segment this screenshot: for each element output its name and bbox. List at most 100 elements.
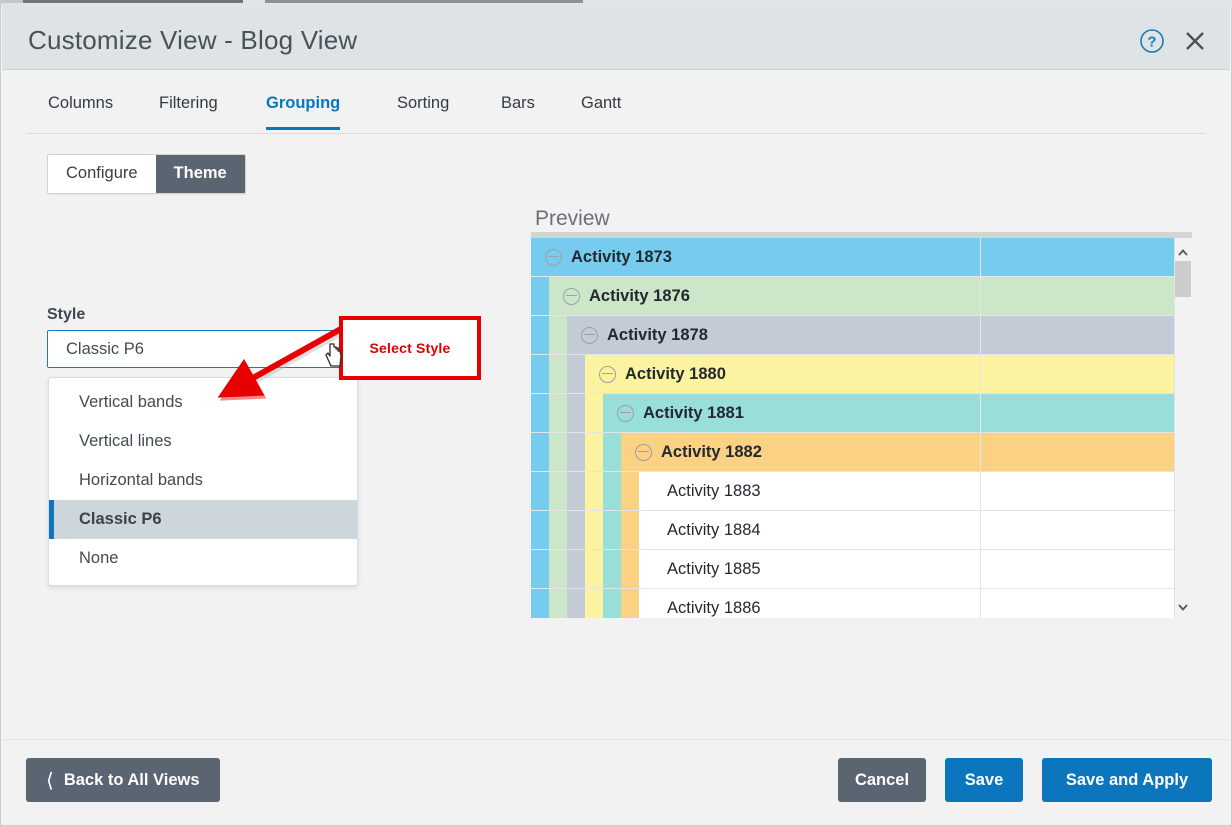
indent-band-0 xyxy=(531,316,549,354)
indent-band-0 xyxy=(531,394,549,432)
table-row[interactable]: Activity 1873 xyxy=(531,238,1174,277)
indent-band-1 xyxy=(549,472,567,510)
close-icon[interactable] xyxy=(1183,29,1207,53)
table-row[interactable]: Activity 1876 xyxy=(531,277,1174,316)
row-label-wrap: Activity 1882 xyxy=(635,443,762,462)
chevron-down-icon[interactable] xyxy=(1177,600,1189,612)
indent-band-2 xyxy=(567,433,585,471)
row-label-wrap: Activity 1886 xyxy=(667,599,761,618)
row-label-wrap: Activity 1881 xyxy=(617,404,744,423)
table-row[interactable]: Activity 1885 xyxy=(531,550,1174,589)
tab-gantt[interactable]: Gantt xyxy=(581,94,621,127)
indent-band-4 xyxy=(603,511,621,549)
indent-band-5 xyxy=(621,511,639,549)
browser-chrome-strip xyxy=(1,0,1232,7)
style-select[interactable]: Classic P6 xyxy=(47,330,357,368)
indent-band-0 xyxy=(531,550,549,588)
indent-band-1 xyxy=(549,316,567,354)
table-row[interactable]: Activity 1883 xyxy=(531,472,1174,511)
table-row[interactable]: Activity 1880 xyxy=(531,355,1174,394)
preview-label: Preview xyxy=(535,207,610,231)
row-label: Activity 1881 xyxy=(643,404,744,423)
column-divider xyxy=(980,394,981,432)
table-row[interactable]: Activity 1884 xyxy=(531,511,1174,550)
tab-grouping[interactable]: Grouping xyxy=(266,94,340,130)
annotation-callout: Select Style xyxy=(339,316,481,380)
preview-scrollbar[interactable] xyxy=(1174,238,1192,618)
column-divider xyxy=(980,589,981,618)
indent-band-1 xyxy=(549,550,567,588)
tab-filtering[interactable]: Filtering xyxy=(159,94,218,127)
style-dropdown-list: Vertical bands Vertical lines Horizontal… xyxy=(48,377,358,586)
back-to-all-views-button[interactable]: ⟨ Back to All Views xyxy=(26,758,220,802)
preview-rows: Activity 1873 Activity 1876 xyxy=(531,238,1174,618)
dropdown-option-classic-p6[interactable]: Classic P6 xyxy=(49,500,357,539)
indent-band-5 xyxy=(621,589,639,618)
minus-circle-icon[interactable] xyxy=(545,249,562,266)
chrome-tab-remnant-2 xyxy=(265,0,583,3)
column-divider xyxy=(980,355,981,393)
chevron-up-icon[interactable] xyxy=(1177,246,1189,258)
configure-theme-toggle: Configure Theme xyxy=(47,154,246,194)
indent-band-0 xyxy=(531,589,549,618)
row-label: Activity 1873 xyxy=(571,248,672,267)
indent-band-2 xyxy=(567,550,585,588)
tab-sorting[interactable]: Sorting xyxy=(397,94,449,127)
help-circle-icon[interactable]: ? xyxy=(1139,28,1165,54)
row-label-wrap: Activity 1880 xyxy=(599,365,726,384)
column-divider xyxy=(980,316,981,354)
tab-columns[interactable]: Columns xyxy=(48,94,113,127)
row-label-wrap: Activity 1878 xyxy=(581,326,708,345)
dialog-footer: ⟨ Back to All Views Cancel Save Save and… xyxy=(2,739,1230,824)
dropdown-option-vertical-lines[interactable]: Vertical lines xyxy=(49,422,357,461)
indent-band-2 xyxy=(567,394,585,432)
indent-band-3 xyxy=(585,433,603,471)
row-label: Activity 1884 xyxy=(667,521,761,540)
table-row[interactable]: Activity 1882 xyxy=(531,433,1174,472)
indent-band-3 xyxy=(585,550,603,588)
configure-button[interactable]: Configure xyxy=(48,155,156,193)
row-label: Activity 1886 xyxy=(667,599,761,618)
minus-circle-icon[interactable] xyxy=(599,366,616,383)
theme-button[interactable]: Theme xyxy=(156,155,245,193)
indent-band-3 xyxy=(585,589,603,618)
tab-bars[interactable]: Bars xyxy=(501,94,535,127)
back-to-all-views-label: Back to All Views xyxy=(64,771,200,790)
indent-band-1 xyxy=(549,394,567,432)
column-divider xyxy=(980,511,981,549)
save-button[interactable]: Save xyxy=(945,758,1023,802)
indent-band-1 xyxy=(549,355,567,393)
minus-circle-icon[interactable] xyxy=(617,405,634,422)
column-divider xyxy=(980,550,981,588)
svg-text:?: ? xyxy=(1147,34,1156,51)
column-divider xyxy=(980,277,981,315)
minus-circle-icon[interactable] xyxy=(581,327,598,344)
indent-band-0 xyxy=(531,355,549,393)
dropdown-option-none[interactable]: None xyxy=(49,539,357,578)
row-label-wrap: Activity 1883 xyxy=(667,482,761,501)
cancel-button[interactable]: Cancel xyxy=(838,758,926,802)
annotation-callout-text: Select Style xyxy=(343,340,477,356)
minus-circle-icon[interactable] xyxy=(635,444,652,461)
row-label: Activity 1883 xyxy=(667,482,761,501)
table-row[interactable]: Activity 1881 xyxy=(531,394,1174,433)
customize-view-dialog: Customize View - Blog View ? Columns Fil… xyxy=(0,0,1232,826)
indent-band-2 xyxy=(567,355,585,393)
row-label: Activity 1880 xyxy=(625,365,726,384)
minus-circle-icon[interactable] xyxy=(563,288,580,305)
scrollbar-thumb[interactable] xyxy=(1175,261,1191,297)
row-label: Activity 1878 xyxy=(607,326,708,345)
indent-band-4 xyxy=(603,589,621,618)
dropdown-option-vertical-bands[interactable]: Vertical bands xyxy=(49,383,357,422)
dialog-body: Columns Filtering Grouping Sorting Bars … xyxy=(2,71,1230,739)
row-label-wrap: Activity 1884 xyxy=(667,521,761,540)
style-label: Style xyxy=(47,306,85,324)
save-and-apply-button[interactable]: Save and Apply xyxy=(1042,758,1212,802)
row-label: Activity 1885 xyxy=(667,560,761,579)
dropdown-option-horizontal-bands[interactable]: Horizontal bands xyxy=(49,461,357,500)
chrome-edge-left xyxy=(1,0,23,3)
indent-band-2 xyxy=(567,511,585,549)
table-row[interactable]: Activity 1878 xyxy=(531,316,1174,355)
indent-band-0 xyxy=(531,472,549,510)
table-row[interactable]: Activity 1886 xyxy=(531,589,1174,618)
